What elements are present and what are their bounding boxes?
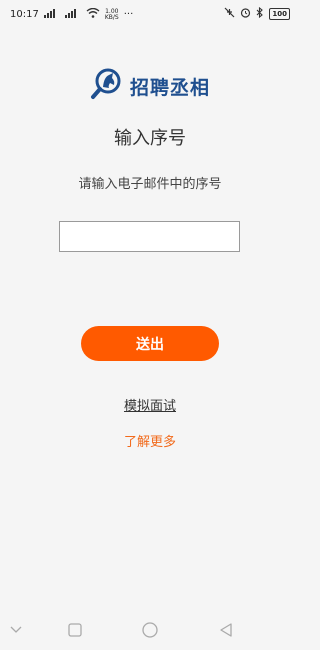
signal-icon-2 [64, 8, 81, 21]
learn-more-link[interactable]: 了解更多 [0, 431, 300, 450]
status-right-group: 100 [224, 6, 290, 21]
status-time: 10:17 [10, 9, 39, 20]
circle-icon[interactable] [140, 620, 160, 640]
navigation-bar [0, 610, 300, 650]
app-logo: 招聘丞相 [90, 67, 210, 105]
network-speed-unit: KB/S [104, 13, 119, 21]
status-bar: 10:17 1.00 KB/S ··· 100 [0, 0, 300, 28]
horse-head-magnifier-icon [90, 67, 124, 105]
alarm-icon [240, 7, 251, 21]
chevron-down-icon[interactable] [6, 620, 26, 640]
square-icon[interactable] [65, 620, 85, 640]
do-not-disturb-icon [224, 7, 235, 21]
submit-button[interactable]: 送出 [81, 326, 219, 361]
wifi-icon [86, 7, 100, 21]
mock-interview-container: 模拟面试 [0, 395, 300, 414]
mock-interview-link[interactable]: 模拟面试 [124, 399, 176, 414]
battery-icon: 100 [269, 8, 290, 20]
network-speed: 1.00 KB/S [104, 8, 119, 21]
logo-text: 招聘丞相 [130, 76, 211, 99]
bluetooth-icon [256, 6, 264, 21]
triangle-back-icon[interactable] [216, 620, 236, 640]
page-title: 输入序号 [114, 128, 186, 149]
signal-icon [43, 8, 60, 21]
page-subtitle: 请输入电子邮件中的序号 [78, 177, 222, 192]
status-left-group: 10:17 1.00 KB/S ··· [10, 7, 134, 21]
serial-number-input[interactable] [59, 221, 240, 252]
more-notifications-indicator: ··· [123, 9, 134, 20]
